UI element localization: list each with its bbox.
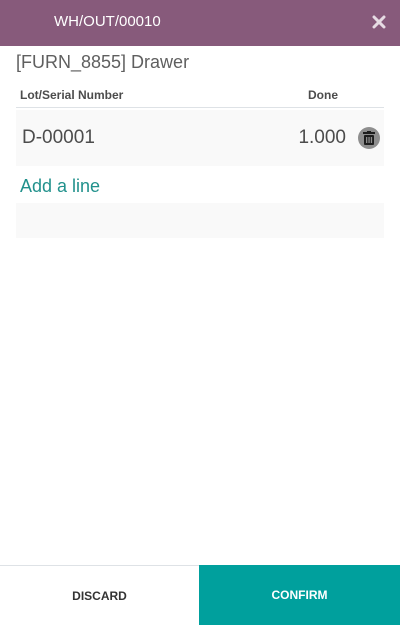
dialog-title: WH/OUT/00010 (54, 13, 161, 30)
dialog-footer: DISCARD CONFIRM (0, 565, 400, 625)
done-quantity-cell[interactable]: 1.000 (298, 127, 346, 149)
dialog-header: WH/OUT/00010 (0, 0, 400, 46)
empty-table-row (16, 203, 384, 238)
confirm-button[interactable]: CONFIRM (199, 565, 400, 625)
table-row[interactable]: D-00001 1.000 (16, 110, 384, 166)
lot-serial-dialog: WH/OUT/00010 [FURN_8855] Drawer Lot/Seri… (0, 0, 400, 625)
table-header: Lot/Serial Number Done (16, 86, 384, 108)
trash-icon[interactable] (358, 127, 380, 149)
column-header-lot: Lot/Serial Number (20, 88, 124, 102)
lot-serial-cell[interactable]: D-00001 (22, 127, 95, 149)
discard-button[interactable]: DISCARD (0, 566, 199, 625)
column-header-done: Done (308, 88, 338, 102)
product-title: [FURN_8855] Drawer (16, 52, 190, 72)
add-line-link[interactable]: Add a line (20, 175, 100, 197)
close-icon[interactable] (370, 13, 388, 31)
